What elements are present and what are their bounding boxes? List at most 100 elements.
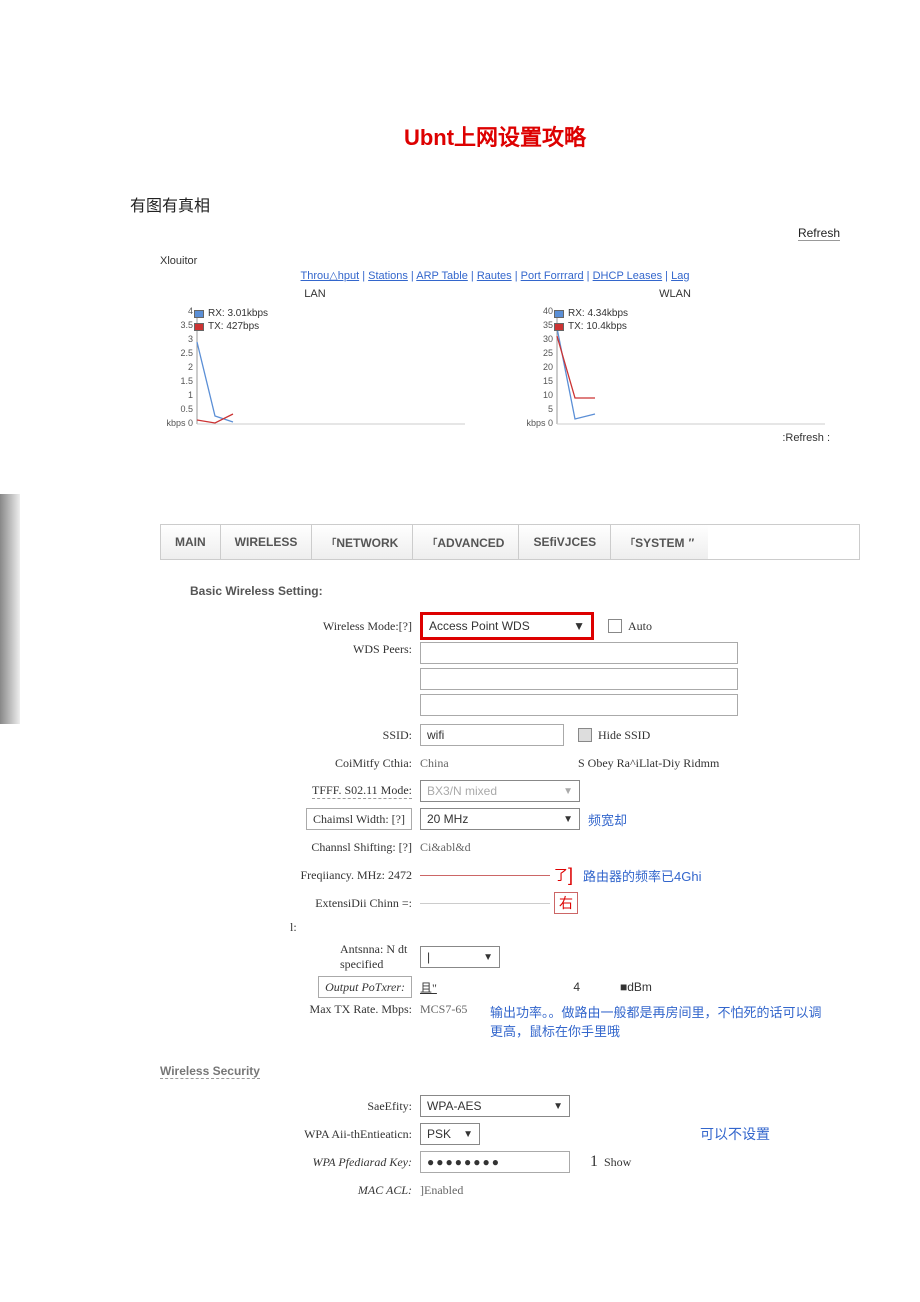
- output-power-value: 且": [420, 979, 520, 996]
- chevron-down-icon: ▼: [563, 814, 573, 825]
- svg-text:0.5: 0.5: [180, 404, 193, 414]
- channel-shifting-label: Channsl Shifting: [?]: [160, 840, 420, 855]
- ext-channel-value: l:: [160, 920, 420, 935]
- wireless-mode-label: Wireless Mode:[?]: [160, 619, 420, 634]
- frequency-label: Freqiiancy. MHz: 2472: [160, 868, 420, 883]
- antenna-select[interactable]: |▼: [420, 946, 500, 968]
- svg-text:20: 20: [543, 362, 553, 372]
- wlan-rx-legend: RX: 4.34kbps: [568, 308, 628, 319]
- basic-wireless-heading: Basic Wireless Setting:: [190, 584, 860, 598]
- svg-text:1: 1: [188, 390, 193, 400]
- refresh-link[interactable]: Refresh: [798, 226, 840, 241]
- mac-acl-value: ]Enabled: [420, 1183, 463, 1198]
- lan-chart-title: LAN: [150, 288, 480, 300]
- output-power-num: 4: [520, 980, 580, 994]
- legend-swatch-red: [554, 323, 564, 331]
- tab-services[interactable]: SEfiVJCES: [519, 525, 611, 559]
- wpa-key-input[interactable]: ●●●●●●●●: [420, 1151, 570, 1173]
- wds-peer-1[interactable]: [420, 642, 738, 664]
- tab-main[interactable]: MAIN: [161, 525, 221, 559]
- antenna-label: Antsnna: N dt specified: [160, 942, 420, 972]
- channel-width-annotation: 频宽却: [588, 810, 627, 829]
- channel-width-label: Chaimsl Width: [?]: [306, 808, 412, 830]
- wds-peers-label: WDS Peers:: [160, 642, 420, 657]
- wpa-auth-select[interactable]: PSK▼: [420, 1123, 480, 1145]
- max-tx-rate-value: MCS7-65: [420, 1002, 490, 1017]
- wireless-mode-select[interactable]: Access Point WDS▼: [420, 612, 594, 640]
- channel-shifting-value: Ci&abl&d: [420, 840, 471, 855]
- ieee-mode-select[interactable]: BX3/N mixed▼: [420, 780, 580, 802]
- monitor-subnav: Throu△hput | Stations | ARP Table | Raut…: [150, 269, 840, 282]
- chevron-down-icon: ▼: [483, 952, 493, 963]
- wlan-tx-legend: TX: 10.4kbps: [568, 321, 627, 332]
- subnav-stations[interactable]: Stations: [368, 270, 408, 282]
- svg-text:30: 30: [543, 334, 553, 344]
- max-tx-rate-label: Max TX Rate. Mbps:: [160, 1002, 420, 1017]
- svg-text:25: 25: [543, 348, 553, 358]
- refresh-footer: :Refresh :: [150, 432, 830, 444]
- tab-network[interactable]: 「NETWORK: [312, 525, 413, 559]
- security-note: 可以不设置: [700, 1124, 770, 1144]
- chevron-down-icon: ▼: [573, 619, 585, 633]
- svg-text:3.5: 3.5: [180, 320, 193, 330]
- wds-peer-2[interactable]: [420, 668, 738, 690]
- svg-text:15: 15: [543, 376, 553, 386]
- auto-checkbox[interactable]: Auto: [608, 619, 652, 634]
- lan-rx-legend: RX: 3.01kbps: [208, 308, 268, 319]
- channel-width-select[interactable]: 20 MHz▼: [420, 808, 580, 830]
- obey-note: S Obey Ra^iLlat-Diy Ridmm: [578, 756, 719, 771]
- svg-text:10: 10: [543, 390, 553, 400]
- gradient-edge: [0, 494, 20, 724]
- security-select[interactable]: WPA-AES▼: [420, 1095, 570, 1117]
- hide-ssid-checkbox[interactable]: Hide SSID: [578, 728, 650, 743]
- tab-advanced[interactable]: 「ADVANCED: [413, 525, 519, 559]
- chevron-down-icon: ▼: [553, 1101, 563, 1112]
- subnav-dhcp[interactable]: DHCP Leases: [593, 270, 663, 282]
- chevron-down-icon: ▼: [563, 786, 573, 797]
- subnav-log[interactable]: Lag: [671, 270, 689, 282]
- svg-text:40: 40: [543, 306, 553, 316]
- subnav-arp[interactable]: ARP Table: [416, 270, 468, 282]
- svg-text:2.5: 2.5: [180, 348, 193, 358]
- monitor-title: Xlouitor: [160, 255, 840, 267]
- tab-wireless[interactable]: WIRELESS: [221, 525, 313, 559]
- doc-title: Ubnt上网设置攻略: [130, 120, 860, 152]
- lan-tx-legend: TX: 427bps: [208, 321, 259, 332]
- doc-subtitle: 有图有真相: [130, 192, 860, 216]
- tab-system[interactable]: 「SYSTEM ″: [611, 525, 707, 559]
- legend-swatch-red: [194, 323, 204, 331]
- country-label: CoiMitfy Cthia:: [160, 756, 420, 771]
- output-power-label: Output PoTxrer:: [318, 976, 412, 998]
- svg-text:kbps 0: kbps 0: [526, 418, 553, 428]
- subnav-throughput[interactable]: Throu△hput: [301, 270, 360, 282]
- ext-channel-ann: 右: [554, 892, 578, 914]
- svg-text:35: 35: [543, 320, 553, 330]
- freq-ann-blue: 路由器的频率已4Ghi: [583, 866, 701, 885]
- output-power-annotation: 输出功率。。做路由一般都是再房间里，不怕死的话可以调更高，鼠标在你手里哦: [490, 1002, 830, 1040]
- wpa-auth-label: WPA Aii-thEntieaticn:: [160, 1127, 420, 1142]
- freq-ann-red: 了: [554, 865, 568, 885]
- chevron-down-icon: ▼: [463, 1129, 473, 1140]
- ieee-mode-label: TFFF. S02.11 Mode:: [160, 783, 420, 799]
- subnav-routes[interactable]: Rautes: [477, 270, 512, 282]
- show-num: 1: [590, 1153, 598, 1171]
- subnav-portfwd[interactable]: Port Forrrard: [521, 270, 584, 282]
- country-value: China: [420, 756, 564, 771]
- mac-acl-label: MAC ACL:: [160, 1183, 420, 1198]
- svg-text:4: 4: [188, 306, 193, 316]
- legend-swatch-blue: [554, 310, 564, 318]
- wlan-chart: RX: 4.34kbps TX: 10.4kbps 403530 252015 …: [510, 302, 840, 432]
- ssid-input[interactable]: wifi: [420, 724, 564, 746]
- wpa-key-label: WPA Pfediarad Key:: [160, 1155, 420, 1170]
- ext-channel-label: ExtensiDii Chinn =:: [160, 896, 420, 911]
- wds-peer-3[interactable]: [420, 694, 738, 716]
- wlan-chart-title: WLAN: [510, 288, 840, 300]
- output-power-unit: ■dBm: [620, 980, 652, 994]
- ssid-label: SSID:: [160, 728, 420, 743]
- svg-text:1.5: 1.5: [180, 376, 193, 386]
- lan-chart: RX: 3.01kbps TX: 427bps 43.53 2.521.5 10…: [150, 302, 480, 432]
- wireless-security-heading: Wireless Security: [160, 1064, 260, 1079]
- svg-text:2: 2: [188, 362, 193, 372]
- security-label: SaeEfity:: [160, 1099, 420, 1114]
- show-key-label[interactable]: Show: [604, 1155, 631, 1170]
